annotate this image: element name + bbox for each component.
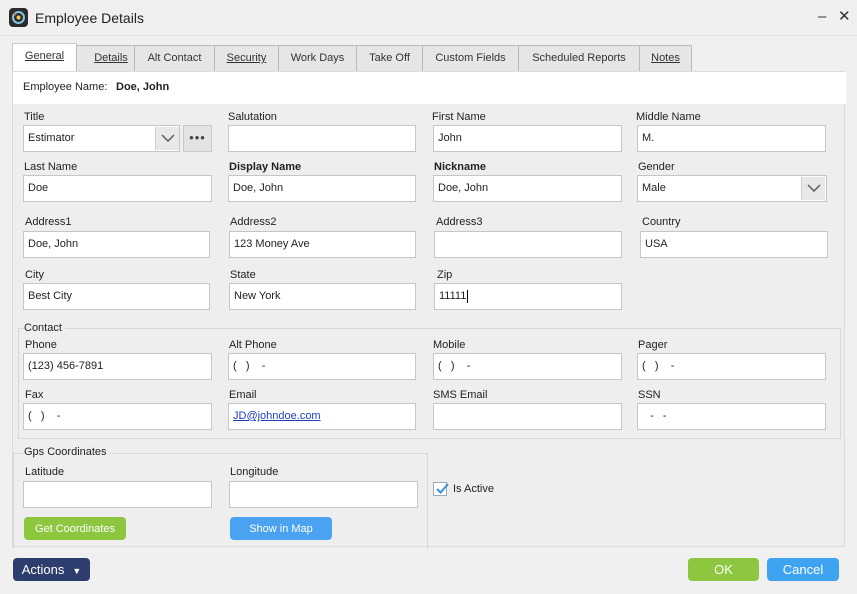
tab-scheduled-reports[interactable]: Scheduled Reports bbox=[518, 45, 640, 71]
salutation-input[interactable] bbox=[228, 125, 416, 152]
pager-label: Pager bbox=[638, 339, 668, 351]
is-active-checkbox[interactable] bbox=[433, 482, 449, 496]
employee-name-value: Doe, John bbox=[116, 81, 170, 93]
tab-take-off[interactable]: Take Off bbox=[356, 45, 423, 71]
close-icon[interactable]: ✕ bbox=[838, 8, 851, 26]
city-input[interactable]: Best City bbox=[23, 283, 210, 310]
address2-input[interactable]: 123 Money Ave bbox=[229, 231, 416, 258]
minimize-icon[interactable]: – bbox=[818, 8, 826, 26]
tab-general[interactable]: General bbox=[12, 43, 77, 72]
alt-phone-input[interactable]: ( ) - bbox=[228, 353, 416, 380]
nickname-input[interactable]: Doe, John bbox=[433, 175, 622, 202]
title-more-button[interactable]: ••• bbox=[183, 125, 212, 152]
window-title: Employee Details bbox=[35, 10, 144, 26]
actions-button[interactable]: Actions ▼ bbox=[13, 558, 90, 581]
salutation-label: Salutation bbox=[228, 111, 277, 123]
longitude-label: Longitude bbox=[230, 466, 279, 478]
fax-label: Fax bbox=[25, 389, 44, 401]
address3-label: Address3 bbox=[436, 216, 483, 228]
is-active-label: Is Active bbox=[453, 483, 494, 495]
zip-input[interactable]: 11111 bbox=[434, 283, 622, 310]
chevron-down-icon: ▼ bbox=[72, 566, 82, 576]
cancel-button[interactable]: Cancel bbox=[767, 558, 839, 581]
tab-custom-fields[interactable]: Custom Fields bbox=[422, 45, 519, 71]
fax-input[interactable]: ( ) - bbox=[23, 403, 212, 430]
phone-label: Phone bbox=[25, 339, 57, 351]
employee-name-label: Employee Name: bbox=[23, 81, 108, 93]
gender-dropdown-button[interactable] bbox=[801, 177, 825, 200]
address1-label: Address1 bbox=[25, 216, 72, 228]
employee-name-bar: Employee Name: Doe, John bbox=[13, 72, 846, 104]
middle-name-label: Middle Name bbox=[636, 111, 701, 123]
app-logo-icon bbox=[9, 8, 28, 27]
state-input[interactable]: New York bbox=[229, 283, 416, 310]
checkmark-icon bbox=[436, 483, 449, 494]
ok-button[interactable]: OK bbox=[688, 558, 759, 581]
chevron-down-icon bbox=[807, 184, 821, 192]
title-label: Title bbox=[24, 111, 45, 123]
email-input[interactable]: JD@johndoe.com bbox=[228, 403, 416, 430]
gender-select[interactable]: Male bbox=[637, 175, 827, 202]
general-panel: Employee Name: Doe, John Title Estimator… bbox=[12, 71, 846, 549]
sms-email-label: SMS Email bbox=[433, 389, 488, 401]
last-name-input[interactable]: Doe bbox=[23, 175, 212, 202]
mobile-label: Mobile bbox=[433, 339, 466, 351]
ssn-input[interactable]: - - bbox=[637, 403, 826, 430]
get-coordinates-button[interactable]: Get Coordinates bbox=[24, 517, 126, 540]
address1-input[interactable]: Doe, John bbox=[23, 231, 210, 258]
nickname-label: Nickname bbox=[434, 161, 486, 173]
address3-input[interactable] bbox=[434, 231, 622, 258]
phone-input[interactable]: (123) 456-7891 bbox=[23, 353, 212, 380]
tab-work-days[interactable]: Work Days bbox=[278, 45, 357, 71]
country-input[interactable]: USA bbox=[640, 231, 828, 258]
email-link: JD@johndoe.com bbox=[233, 410, 321, 422]
first-name-input[interactable]: John bbox=[433, 125, 622, 152]
state-label: State bbox=[230, 269, 256, 281]
chevron-down-icon bbox=[161, 134, 175, 142]
middle-name-input[interactable]: M. bbox=[637, 125, 826, 152]
title-bar: Employee Details – ✕ bbox=[0, 0, 857, 36]
last-name-label: Last Name bbox=[24, 161, 78, 173]
display-name-label: Display Name bbox=[229, 161, 302, 173]
pager-input[interactable]: ( ) - bbox=[637, 353, 826, 380]
latitude-label: Latitude bbox=[25, 466, 65, 478]
display-name-input[interactable]: Doe, John bbox=[228, 175, 416, 202]
latitude-input[interactable] bbox=[23, 481, 212, 508]
city-label: City bbox=[25, 269, 44, 281]
title-dropdown-button[interactable] bbox=[155, 127, 179, 150]
gps-group-label: Gps Coordinates bbox=[24, 446, 110, 458]
zip-label: Zip bbox=[437, 269, 453, 281]
country-label: Country bbox=[642, 216, 681, 228]
gender-label: Gender bbox=[638, 161, 675, 173]
email-label: Email bbox=[229, 389, 257, 401]
longitude-input[interactable] bbox=[229, 481, 418, 508]
address2-label: Address2 bbox=[230, 216, 277, 228]
tab-notes[interactable]: Notes bbox=[639, 45, 692, 71]
first-name-label: First Name bbox=[432, 111, 486, 123]
text-caret bbox=[467, 289, 469, 303]
show-in-map-button[interactable]: Show in Map bbox=[230, 517, 332, 540]
tab-alt-contact[interactable]: Alt Contact bbox=[134, 45, 215, 71]
contact-group-label: Contact bbox=[24, 322, 65, 334]
tab-security[interactable]: Security bbox=[214, 45, 279, 71]
ssn-label: SSN bbox=[638, 389, 661, 401]
mobile-input[interactable]: ( ) - bbox=[433, 353, 622, 380]
title-select[interactable]: Estimator bbox=[23, 125, 180, 152]
sms-email-input[interactable] bbox=[433, 403, 622, 430]
alt-phone-label: Alt Phone bbox=[229, 339, 277, 351]
